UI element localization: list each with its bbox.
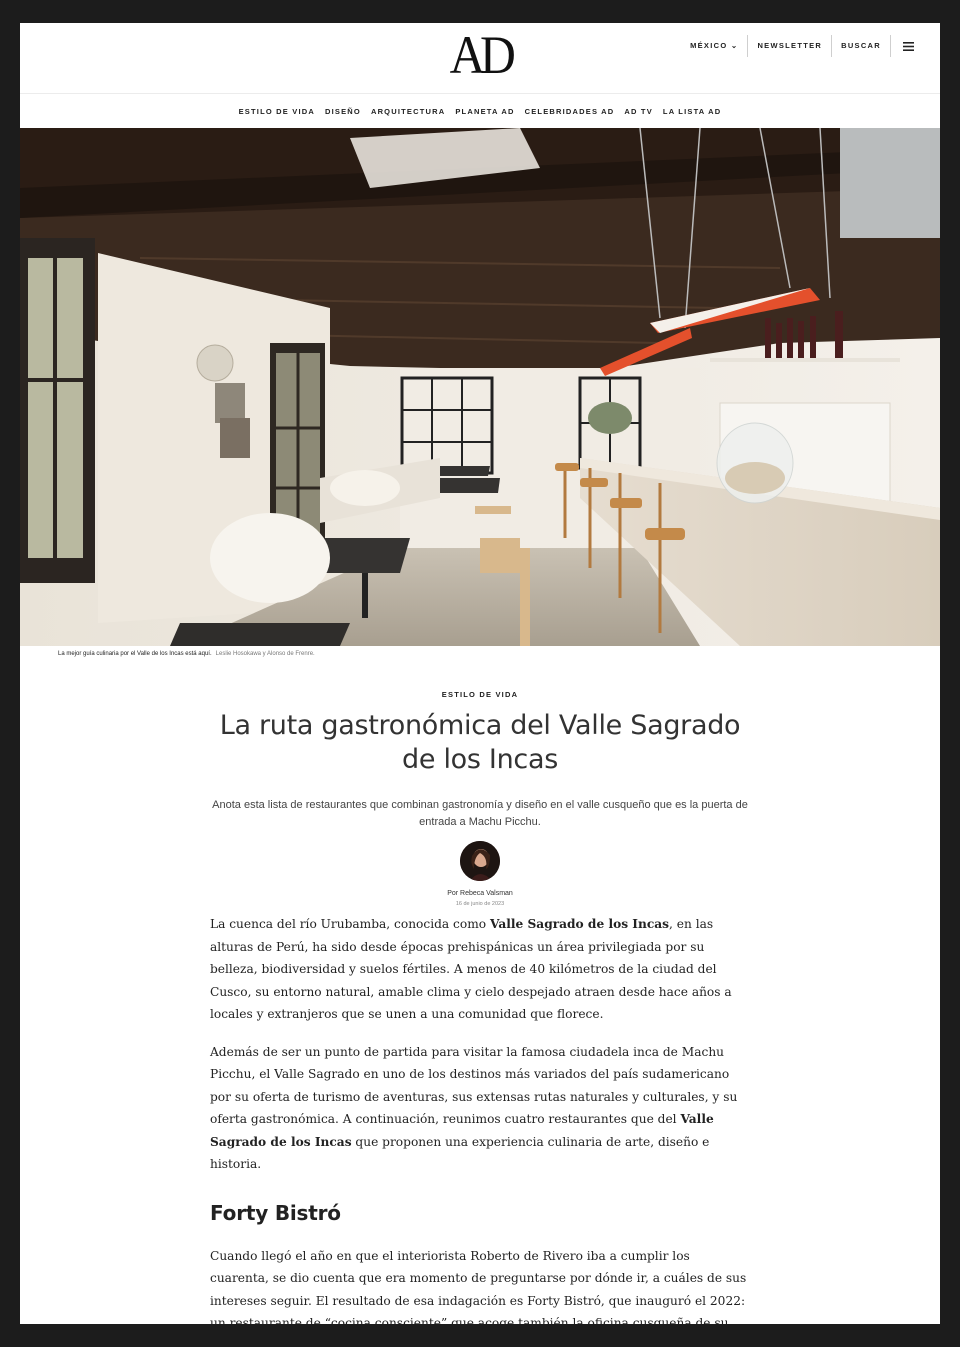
nav-celebridades-ad[interactable]: CELEBRIDADES AD bbox=[525, 107, 615, 116]
nav-la-lista-ad[interactable]: LA LISTA AD bbox=[663, 107, 721, 116]
section-heading-forty-bistro: Forty Bistró bbox=[210, 1200, 341, 1225]
paragraph-1: La cuenca del río Urubamba, conocida com… bbox=[210, 913, 750, 1026]
hero-caption: La mejor guía culinaria por el Valle de … bbox=[20, 646, 940, 662]
p2-text-a: Además de ser un punto de partida para v… bbox=[210, 1044, 738, 1127]
article-title: La ruta gastronómica del Valle Sagrado d… bbox=[219, 710, 741, 775]
p1-text-a: La cuenca del río Urubamba, conocida com… bbox=[210, 917, 490, 931]
ad-logo[interactable]: AD bbox=[450, 28, 516, 82]
top-bar: AD MÉXICO ⌄ NEWSLETTER BUSCAR bbox=[20, 23, 940, 94]
region-selector[interactable]: MÉXICO ⌄ bbox=[681, 35, 747, 57]
newsletter-link[interactable]: NEWSLETTER bbox=[747, 35, 831, 57]
utility-menu: MÉXICO ⌄ NEWSLETTER BUSCAR bbox=[681, 35, 916, 57]
p1-bold-valle-sagrado: Valle Sagrado de los Incas bbox=[490, 917, 670, 931]
article-body: La cuenca del río Urubamba, conocida com… bbox=[210, 913, 750, 1324]
nav-planeta-ad[interactable]: PLANETA AD bbox=[455, 107, 514, 116]
restaurant-interior-image bbox=[20, 128, 940, 646]
nav-ad-tv[interactable]: AD TV bbox=[624, 107, 653, 116]
hamburger-menu-icon[interactable] bbox=[890, 35, 916, 57]
paragraph-3: Cuando llegó el año en que el interioris… bbox=[210, 1248, 747, 1325]
article-dek: Anota esta lista de restaurantes que com… bbox=[212, 799, 748, 828]
nav-diseno[interactable]: DISEÑO bbox=[325, 107, 361, 116]
main-nav: ESTILO DE VIDA DISEÑO ARQUITECTURA PLANE… bbox=[20, 94, 940, 128]
paragraph-2: Además de ser un punto de partida para v… bbox=[210, 1041, 750, 1176]
page: AD MÉXICO ⌄ NEWSLETTER BUSCAR ESTILO DE … bbox=[20, 23, 940, 1324]
photo-credit: Leslie Hosokawa y Alonso de Frenre. bbox=[215, 651, 315, 657]
publish-date: 16 de junio de 2023 bbox=[455, 901, 505, 907]
hero-image bbox=[20, 128, 940, 646]
nav-estilo-de-vida[interactable]: ESTILO DE VIDA bbox=[239, 107, 315, 116]
article-rubric[interactable]: ESTILO DE VIDA bbox=[20, 690, 940, 699]
p1-text-c: , en las alturas de Perú, ha sido desde … bbox=[210, 917, 732, 1021]
caption-text: La mejor guía culinaria por el Valle de … bbox=[58, 651, 212, 657]
byline: Por Rebeca Valsman 16 de junio de 2023 bbox=[20, 841, 940, 907]
author-name[interactable]: Por Rebeca Valsman bbox=[20, 890, 940, 897]
nav-arquitectura[interactable]: ARQUITECTURA bbox=[371, 107, 445, 116]
author-avatar[interactable] bbox=[460, 841, 500, 881]
search-link[interactable]: BUSCAR bbox=[831, 35, 890, 57]
